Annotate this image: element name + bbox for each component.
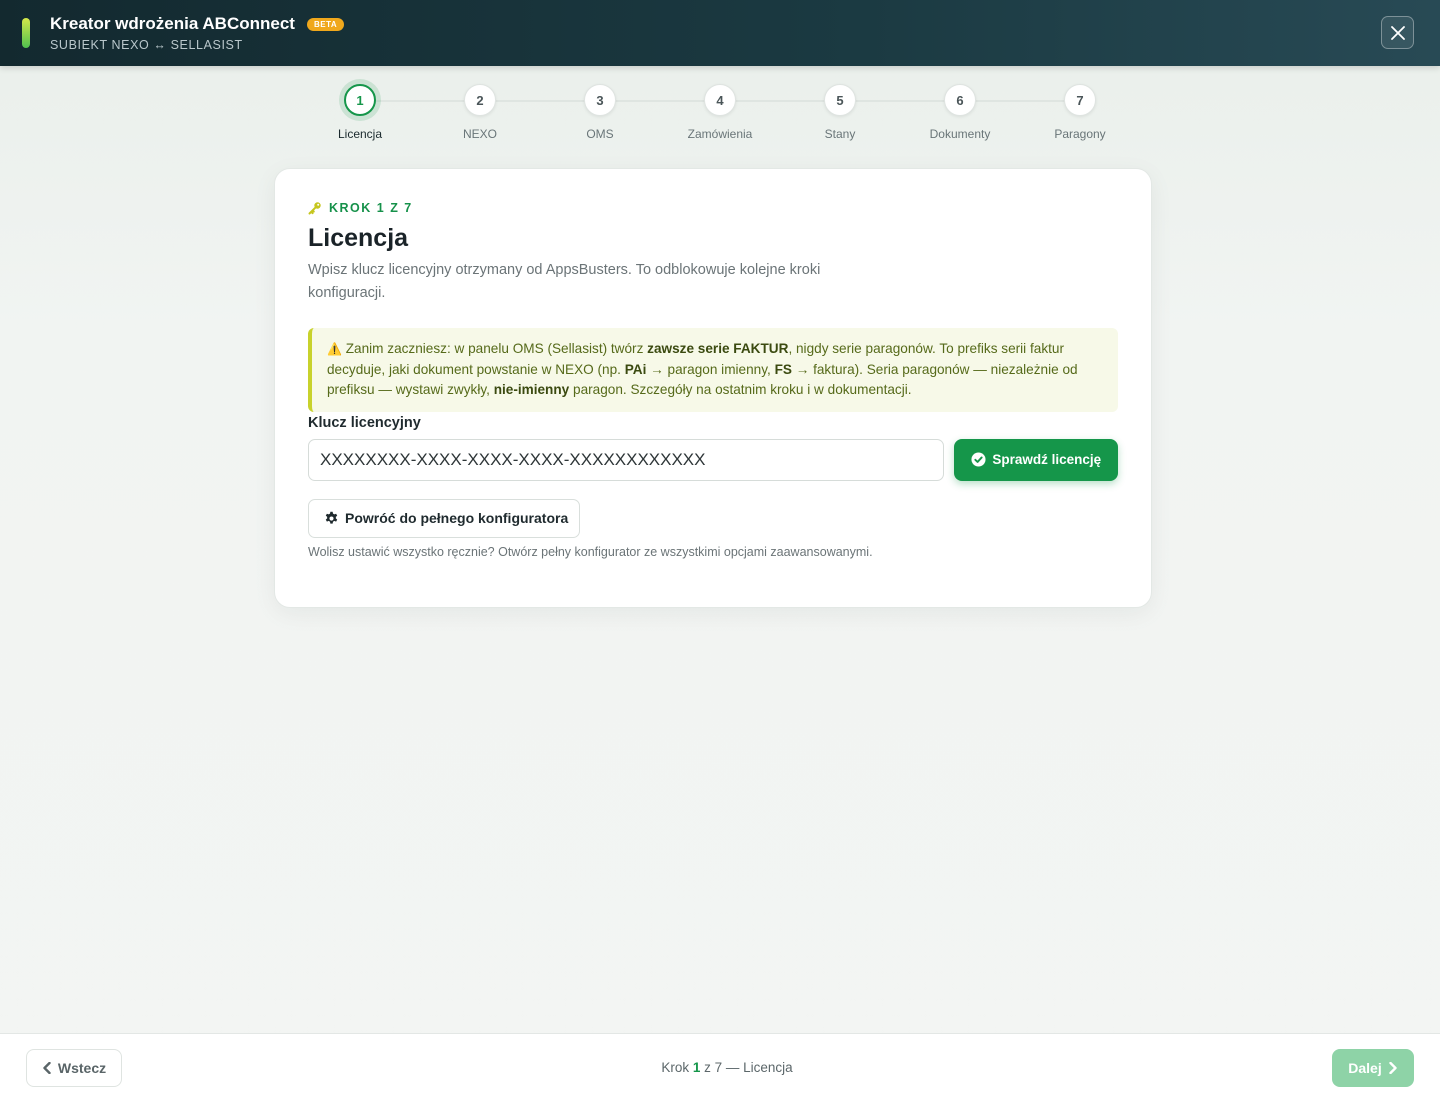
check-license-label: Sprawdź licencję — [992, 452, 1102, 467]
step-status: Krok 1 z 7 — Licencja — [0, 1060, 1440, 1075]
chevron-right-icon — [1389, 1062, 1397, 1074]
step-number: 3 — [584, 84, 616, 116]
warning-icon: ⚠️ — [327, 342, 342, 356]
status-suffix: z 7 — Licencja — [700, 1060, 793, 1075]
next-label: Dalej — [1348, 1060, 1382, 1076]
wizard-stepper: 1 Licencja 2 NEXO 3 OMS 4 Zamówienia 5 S… — [300, 84, 1140, 144]
license-card: KROK 1 Z 7 Licencja Wpisz klucz licencyj… — [274, 168, 1152, 608]
step-label: Dokumenty — [929, 127, 991, 141]
step-label: Zamówienia — [687, 127, 753, 141]
step-number: 5 — [824, 84, 856, 116]
step-7[interactable]: 7 Paragony — [1020, 84, 1140, 141]
step-label: OMS — [586, 127, 614, 141]
alert-emphasis: FS — [774, 361, 792, 377]
status-prefix: Krok — [661, 1060, 693, 1075]
alert-emphasis: zawsze serie FAKTUR — [647, 341, 789, 356]
close-button[interactable] — [1381, 16, 1414, 49]
title-block: Kreator wdrożenia ABConnect BETA SUBIEKT… — [50, 14, 345, 52]
app-subtitle: SUBIEKT NEXO ↔ SELLASIST — [50, 38, 243, 52]
step-6[interactable]: 6 Dokumenty — [900, 84, 1020, 141]
close-icon — [1390, 25, 1405, 40]
page-title: Licencja — [308, 224, 409, 252]
configurator-hint: Wolisz ustawić wszystko ręcznie? Otwórz … — [308, 544, 873, 559]
license-input-row: Sprawdź licencję — [308, 438, 1118, 481]
step-number: 4 — [704, 84, 736, 116]
app-header: Kreator wdrożenia ABConnect BETA SUBIEKT… — [0, 0, 1440, 66]
step-number: 6 — [944, 84, 976, 116]
warning-alert: ⚠️ Zanim zaczniesz: w panelu OMS (Sellas… — [308, 328, 1118, 412]
page-description: Wpisz klucz licencyjny otrzymany od Apps… — [308, 262, 821, 301]
step-label: NEXO — [462, 127, 497, 141]
gear-icon — [325, 511, 338, 524]
key-icon — [308, 202, 321, 215]
check-circle-icon — [971, 452, 986, 467]
step-2[interactable]: 2 NEXO — [420, 84, 540, 141]
alert-emphasis: nie-imienny — [493, 382, 570, 397]
title-row: Kreator wdrożenia ABConnect BETA — [50, 14, 345, 34]
alert-text: paragon. Szczegóły na ostatnim kroku i w… — [569, 382, 912, 397]
license-key-input[interactable] — [308, 438, 945, 481]
next-button[interactable]: Dalej — [1332, 1049, 1414, 1087]
back-full-label: Powróć do pełnego konfiguratora — [345, 510, 569, 526]
step-label: Stany — [824, 127, 856, 141]
step-5[interactable]: 5 Stany — [780, 84, 900, 141]
back-to-full-configurator-button[interactable]: Powróć do pełnego konfiguratora — [308, 498, 580, 538]
alert-emphasis: PAi — [624, 361, 647, 377]
step-1[interactable]: 1 Licencja — [300, 84, 420, 141]
wizard-footer: Wstecz Krok 1 z 7 — Licencja Dalej — [0, 1033, 1440, 1100]
check-license-button[interactable]: Sprawdź licencję — [954, 438, 1118, 481]
step-number: 7 — [1064, 84, 1096, 116]
step-label: Licencja — [337, 127, 383, 141]
logo-mark — [22, 18, 30, 48]
step-3[interactable]: 3 OMS — [540, 84, 660, 141]
step-4[interactable]: 4 Zamówienia — [660, 84, 780, 141]
step-label: Paragony — [1054, 127, 1106, 141]
step-number: 1 — [344, 84, 376, 116]
license-key-label: Klucz licencyjny — [308, 414, 421, 431]
kicker-text: KROK 1 Z 7 — [329, 201, 413, 215]
step-number: 2 — [464, 84, 496, 116]
beta-badge: BETA — [306, 17, 345, 31]
alert-text: → paragon imienny, — [646, 361, 775, 377]
step-kicker: KROK 1 Z 7 — [308, 201, 1118, 215]
app-title: Kreator wdrożenia ABConnect — [50, 14, 295, 33]
alert-text: Zanim zaczniesz: w panelu OMS (Sellasist… — [345, 341, 648, 356]
